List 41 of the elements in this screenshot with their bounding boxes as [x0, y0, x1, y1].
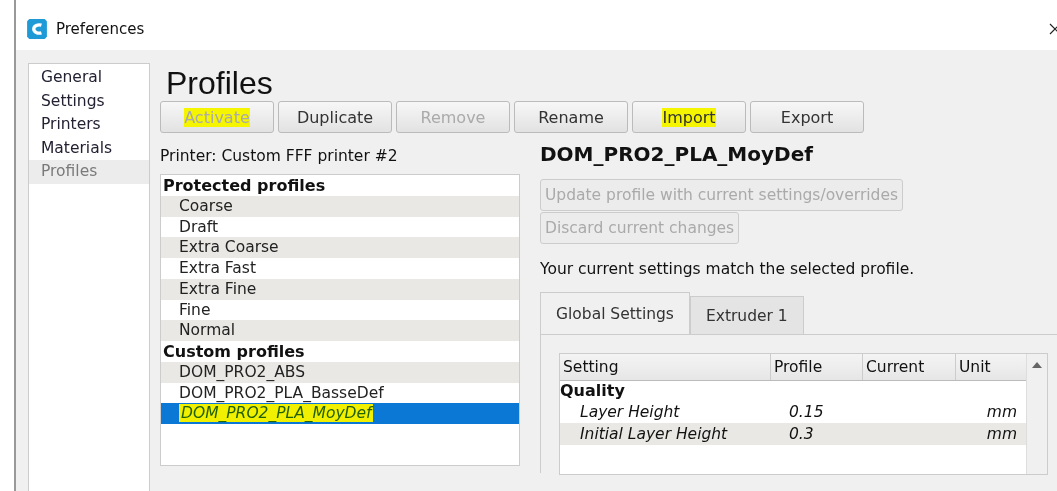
- window-title: Preferences: [56, 20, 145, 38]
- profile-item[interactable]: Fine: [161, 299, 519, 321]
- table-cell-text: 0.3: [788, 424, 815, 445]
- category-label: Quality: [560, 381, 626, 401]
- list-group-header: Custom profiles: [162, 340, 306, 362]
- tab[interactable]: Global Settings: [540, 292, 690, 335]
- table-cell-text: mm: [985, 424, 1018, 445]
- status-message: Your current settings match the selected profile.: [540, 260, 915, 278]
- printer-label: Printer: Custom FFF printer #2: [160, 147, 399, 167]
- toolbar-button[interactable]: Rename: [514, 101, 628, 133]
- sidebar-item[interactable]: Materials: [29, 136, 149, 160]
- profile-item[interactable]: Extra Fast: [161, 258, 519, 279]
- profile-title: DOM_PRO2_PLA_MoyDef: [540, 142, 813, 168]
- toolbar-button[interactable]: Duplicate: [278, 101, 392, 133]
- column-header[interactable]: Profile: [771, 354, 863, 380]
- sidebar-item[interactable]: Settings: [29, 89, 149, 113]
- sidebar-item[interactable]: Profiles: [29, 160, 149, 184]
- table-cell-text: mm: [985, 402, 1018, 423]
- page-heading: Profiles: [166, 65, 274, 101]
- table-cell-text: Initial Layer Height: [579, 424, 729, 445]
- profile-item[interactable]: Normal: [161, 320, 519, 341]
- table-cell-text: Layer Height: [579, 402, 681, 423]
- list-group-header: Protected profiles: [162, 175, 327, 196]
- profile-item[interactable]: DOM_PRO2_PLA_BasseDef: [161, 382, 519, 404]
- sidebar-item[interactable]: General: [29, 66, 149, 90]
- toolbar-button[interactable]: Export: [750, 101, 864, 133]
- sidebar-item[interactable]: Printers: [29, 113, 149, 137]
- scroll-up-icon[interactable]: [1032, 362, 1042, 368]
- profile-item[interactable]: DOM_PRO2_PLA_MoyDef: [161, 403, 519, 425]
- tab[interactable]: Extruder 1: [689, 296, 804, 335]
- profile-item[interactable]: Draft: [161, 216, 519, 238]
- toolbar-button[interactable]: Import: [632, 101, 746, 133]
- app-logo-icon: [26, 18, 48, 40]
- profile-item[interactable]: Extra Coarse: [161, 237, 519, 259]
- profile-item[interactable]: Extra Fine: [161, 278, 519, 300]
- column-header[interactable]: Setting: [560, 354, 771, 380]
- scrollbar[interactable]: [1026, 354, 1047, 474]
- profile-item[interactable]: DOM_PRO2_ABS: [161, 361, 519, 383]
- profile-item[interactable]: Coarse: [161, 196, 519, 217]
- column-header[interactable]: Current: [863, 354, 956, 380]
- table-cell-text: 0.15: [788, 402, 825, 423]
